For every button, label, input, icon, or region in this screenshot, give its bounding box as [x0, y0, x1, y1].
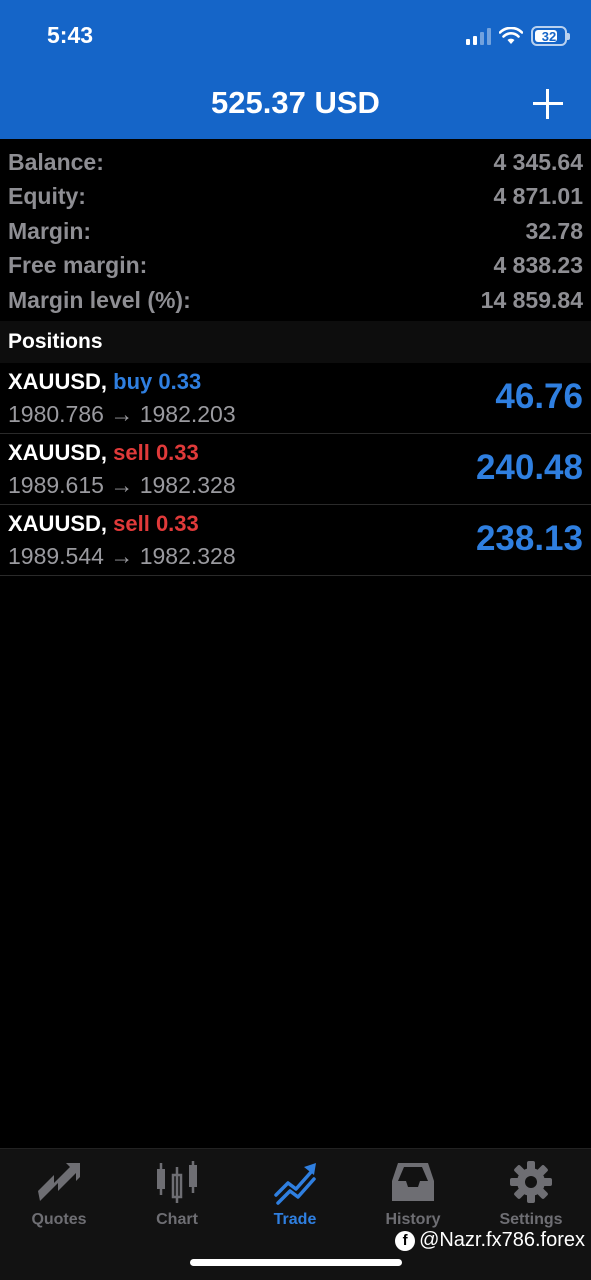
margin-level-label: Margin level (%): — [8, 286, 191, 313]
position-symbol: XAUUSD, — [8, 511, 108, 536]
tab-settings-label: Settings — [499, 1211, 563, 1228]
status-time: 5:43 — [47, 22, 94, 48]
top-header: 5:43 32 525.37 USD — [0, 0, 591, 139]
free-margin-value: 4 838.23 — [493, 252, 583, 279]
wifi-icon — [499, 27, 523, 44]
cellular-signal-icon — [466, 27, 491, 45]
margin-level-value: 14 859.84 — [480, 286, 583, 313]
position-profit: 238.13 — [475, 519, 583, 558]
position-prices: 1989.615 → 1982.328 — [8, 472, 236, 498]
position-prices: 1980.786 → 1982.203 — [8, 401, 236, 427]
margin-label: Margin: — [8, 217, 92, 244]
watermark: f @Nazr.fx786.forex — [395, 1229, 585, 1252]
inbox-icon — [392, 1163, 434, 1201]
gear-icon — [510, 1161, 552, 1203]
battery-icon: 32 — [531, 26, 570, 46]
margin-row: Margin: 32.78 — [8, 214, 583, 249]
plus-icon[interactable] — [533, 89, 563, 119]
positions-heading: Positions — [8, 330, 103, 353]
position-profit: 46.76 — [495, 377, 583, 416]
margin-value: 32.78 — [525, 217, 583, 244]
position-type: sell 0.33 — [113, 511, 199, 536]
position-title: XAUUSD, sell 0.33 — [8, 511, 199, 537]
facebook-icon: f — [395, 1230, 416, 1251]
quotes-icon — [38, 1163, 80, 1201]
tab-chart-label: Chart — [156, 1211, 198, 1228]
watermark-text: @Nazr.fx786.forex — [419, 1229, 585, 1251]
tab-quotes[interactable]: Quotes — [0, 1157, 118, 1237]
candlestick-icon — [157, 1161, 197, 1203]
page-title: 525.37 USD — [211, 85, 380, 120]
position-profit: 240.48 — [475, 448, 583, 487]
tab-quotes-label: Quotes — [31, 1211, 87, 1228]
tab-trade-label: Trade — [273, 1211, 317, 1228]
account-summary: Balance: 4 345.64 Equity: 4 871.01 Margi… — [0, 139, 591, 321]
position-type: buy 0.33 — [113, 369, 202, 394]
positions-list: XAUUSD, buy 0.33 1980.786 → 1982.203 46.… — [0, 363, 591, 576]
position-title: XAUUSD, buy 0.33 — [8, 369, 201, 395]
position-row[interactable]: XAUUSD, buy 0.33 1980.786 → 1982.203 46.… — [0, 363, 591, 434]
balance-row: Balance: 4 345.64 — [8, 145, 583, 180]
balance-label: Balance: — [8, 148, 104, 175]
status-icons: 32 — [466, 24, 570, 48]
home-indicator[interactable] — [190, 1259, 402, 1266]
balance-value: 4 345.64 — [493, 148, 583, 175]
tab-history-label: History — [385, 1211, 441, 1228]
tab-trade[interactable]: Trade — [236, 1157, 354, 1237]
equity-label: Equity: — [8, 183, 86, 210]
positions-section-header: Positions — [0, 321, 591, 363]
position-symbol: XAUUSD, — [8, 440, 108, 465]
tab-chart[interactable]: Chart — [118, 1157, 236, 1237]
tab-history[interactable]: History — [354, 1157, 472, 1237]
position-title: XAUUSD, sell 0.33 — [8, 440, 199, 466]
margin-level-row: Margin level (%): 14 859.84 — [8, 283, 583, 318]
trade-icon — [274, 1163, 316, 1205]
free-margin-label: Free margin: — [8, 252, 148, 279]
position-prices: 1989.544 → 1982.328 — [8, 543, 236, 569]
equity-value: 4 871.01 — [493, 183, 583, 210]
position-row[interactable]: XAUUSD, sell 0.33 1989.615 → 1982.328 24… — [0, 434, 591, 505]
battery-level: 32 — [541, 28, 557, 44]
equity-row: Equity: 4 871.01 — [8, 180, 583, 215]
tab-settings[interactable]: Settings — [472, 1157, 590, 1237]
position-type: sell 0.33 — [113, 440, 199, 465]
position-symbol: XAUUSD, — [8, 369, 108, 394]
position-row[interactable]: XAUUSD, sell 0.33 1989.544 → 1982.328 23… — [0, 505, 591, 576]
free-margin-row: Free margin: 4 838.23 — [8, 249, 583, 284]
